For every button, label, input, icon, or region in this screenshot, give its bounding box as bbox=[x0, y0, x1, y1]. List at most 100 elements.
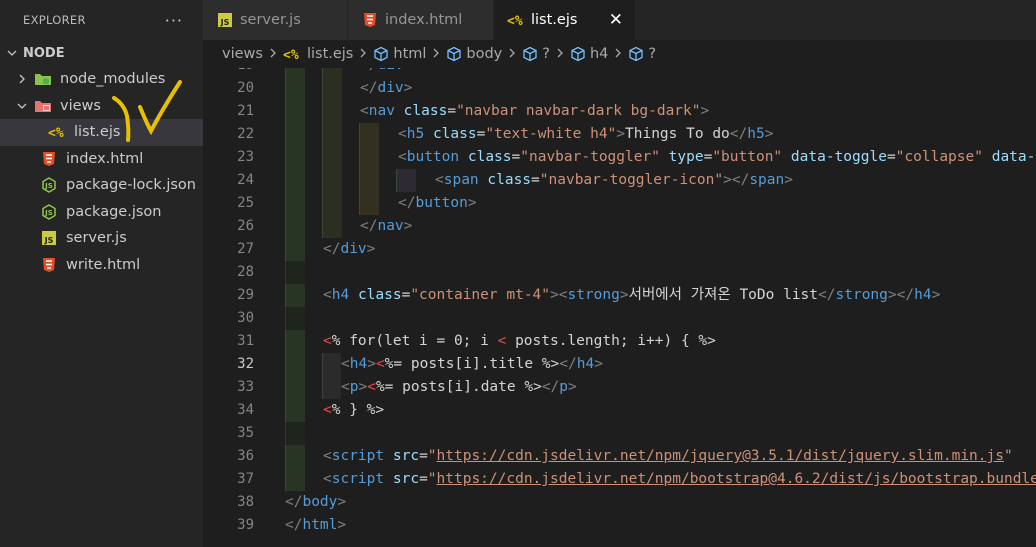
code-token: " bbox=[427, 448, 437, 464]
code-token: < bbox=[360, 103, 369, 119]
breadcrumb-item[interactable]: ? bbox=[522, 46, 550, 62]
code-text: <h5 class="text-white h4">Things To do</… bbox=[398, 123, 773, 146]
code-token: class bbox=[432, 126, 477, 142]
line-number: 39 bbox=[237, 517, 254, 533]
indent-guide bbox=[322, 192, 342, 215]
ejs-file-icon: <% bbox=[48, 124, 66, 140]
svg-text:JS: JS bbox=[44, 182, 53, 190]
svg-text:JS: JS bbox=[44, 236, 54, 245]
folder-item-views[interactable]: views bbox=[0, 93, 203, 120]
chevron-down-icon bbox=[4, 48, 20, 58]
code-token: < bbox=[367, 379, 376, 395]
file-item-package-lock-json[interactable]: JS package-lock.json bbox=[0, 172, 203, 199]
tree-item-label: server.js bbox=[66, 230, 127, 247]
code-token: 서버에서 가져온 ToDo list bbox=[628, 287, 819, 303]
indent-guide bbox=[322, 376, 341, 399]
code-token: = bbox=[447, 103, 457, 119]
code-token: = bbox=[886, 149, 896, 165]
code-token: h4 bbox=[914, 287, 932, 303]
code-line: 22 <h5 class="text-white h4">Things To do… bbox=[203, 123, 1036, 146]
breadcrumb-item[interactable]: views bbox=[222, 46, 263, 62]
code-token: </ bbox=[360, 68, 377, 73]
line-number: 24 bbox=[237, 172, 254, 188]
code-line: 24 <span class="navbar-toggler-icon"></sp… bbox=[203, 169, 1036, 192]
code-token: </ bbox=[360, 80, 378, 96]
more-actions-icon[interactable]: ··· bbox=[165, 11, 183, 30]
breadcrumb-label: list.ejs bbox=[306, 46, 354, 62]
line-number: 33 bbox=[237, 379, 254, 395]
file-item-write-html[interactable]: write.html bbox=[0, 252, 203, 279]
code-token: "button" bbox=[712, 149, 783, 165]
tab-server-js[interactable]: JS server.js bbox=[203, 0, 348, 40]
breadcrumb-item[interactable]: html bbox=[373, 46, 426, 62]
indent-guide bbox=[322, 77, 342, 100]
code-line: 21 <nav class="navbar navbar-dark bg-dark… bbox=[203, 100, 1036, 123]
line-number: 19 bbox=[203, 68, 254, 77]
breadcrumb-label: body bbox=[466, 46, 503, 62]
indent-guide bbox=[285, 422, 305, 445]
file-item-list-ejs[interactable]: <% list.ejs bbox=[0, 119, 203, 146]
indent-guide bbox=[285, 77, 305, 100]
indent-guide bbox=[285, 376, 305, 399]
line-number: 27 bbox=[237, 241, 254, 257]
close-icon[interactable]: ✕ bbox=[609, 10, 623, 30]
indent-guide bbox=[322, 100, 342, 123]
html-file-icon bbox=[361, 12, 379, 28]
file-item-index-html[interactable]: index.html bbox=[0, 146, 203, 173]
code-token: class bbox=[357, 287, 402, 303]
code-token: button bbox=[406, 149, 460, 165]
indent-guide bbox=[285, 123, 305, 146]
code-line: 27 </div> bbox=[203, 238, 1036, 261]
code-line: 29 <h4 class="container mt-4"><strong>서버에… bbox=[203, 284, 1036, 307]
indent-guide bbox=[359, 146, 379, 169]
code-token: data-target bbox=[991, 149, 1036, 165]
code-token: h5 bbox=[747, 126, 765, 142]
tab-index-html[interactable]: index.html bbox=[348, 0, 494, 40]
chevron-right-icon bbox=[614, 46, 622, 62]
breadcrumb-item[interactable]: <% list.ejs bbox=[283, 46, 353, 62]
line-number: 34 bbox=[237, 402, 254, 418]
breadcrumb-item[interactable]: ? bbox=[628, 46, 656, 62]
indent-guide bbox=[285, 238, 305, 261]
code-line: 35 bbox=[203, 422, 1036, 445]
workspace-name: NODE bbox=[23, 45, 65, 61]
code-token: % } %> bbox=[331, 402, 385, 418]
tab-list-ejs[interactable]: <% list.ejs ✕ bbox=[494, 0, 636, 40]
tab-label: list.ejs bbox=[531, 12, 578, 28]
code-token: "text-white h4" bbox=[485, 126, 617, 142]
code-token: </ bbox=[398, 195, 416, 211]
svg-text:JS: JS bbox=[44, 209, 53, 217]
code-token: body bbox=[302, 494, 338, 510]
breadcrumb-item[interactable]: body bbox=[446, 46, 502, 62]
code-token: button bbox=[415, 195, 468, 211]
code-token: > bbox=[337, 494, 347, 510]
code-token: > bbox=[467, 195, 477, 211]
code-line: 36 <script src="https://cdn.jsdelivr.net/… bbox=[203, 445, 1036, 468]
code-token: > bbox=[931, 287, 941, 303]
indent-guide bbox=[285, 100, 305, 123]
file-item-package-json[interactable]: JS package.json bbox=[0, 199, 203, 226]
code-text: <h4 class="container mt-4"><strong>서버에서 … bbox=[323, 284, 940, 307]
code-editor[interactable]: 19</div>20</div>21<nav class="navbar nav… bbox=[203, 68, 1036, 547]
explorer-title: EXPLORER bbox=[23, 13, 86, 27]
folder-node-icon bbox=[34, 71, 52, 87]
code-line: 38 </body> bbox=[203, 491, 1036, 514]
folder-item-node-modules[interactable]: node_modules bbox=[0, 66, 203, 93]
code-token: data-toggle bbox=[790, 149, 887, 165]
code-token: < bbox=[398, 126, 407, 142]
code-token: > bbox=[403, 218, 413, 234]
code-token: script bbox=[331, 471, 385, 487]
tree-item-label: write.html bbox=[66, 256, 141, 273]
code-token: html bbox=[302, 517, 338, 533]
line-number: 37 bbox=[237, 471, 254, 487]
code-token: </ bbox=[559, 356, 577, 372]
file-item-server-js[interactable]: JS server.js bbox=[0, 225, 203, 252]
line-number: 30 bbox=[237, 310, 254, 326]
breadcrumb-item[interactable]: h4 bbox=[570, 46, 608, 62]
chevron-right-icon bbox=[432, 46, 440, 62]
code-token: = bbox=[419, 448, 428, 464]
indent-guide bbox=[359, 123, 379, 146]
workspace-section[interactable]: NODE bbox=[0, 40, 203, 66]
code-token: < bbox=[341, 379, 350, 395]
